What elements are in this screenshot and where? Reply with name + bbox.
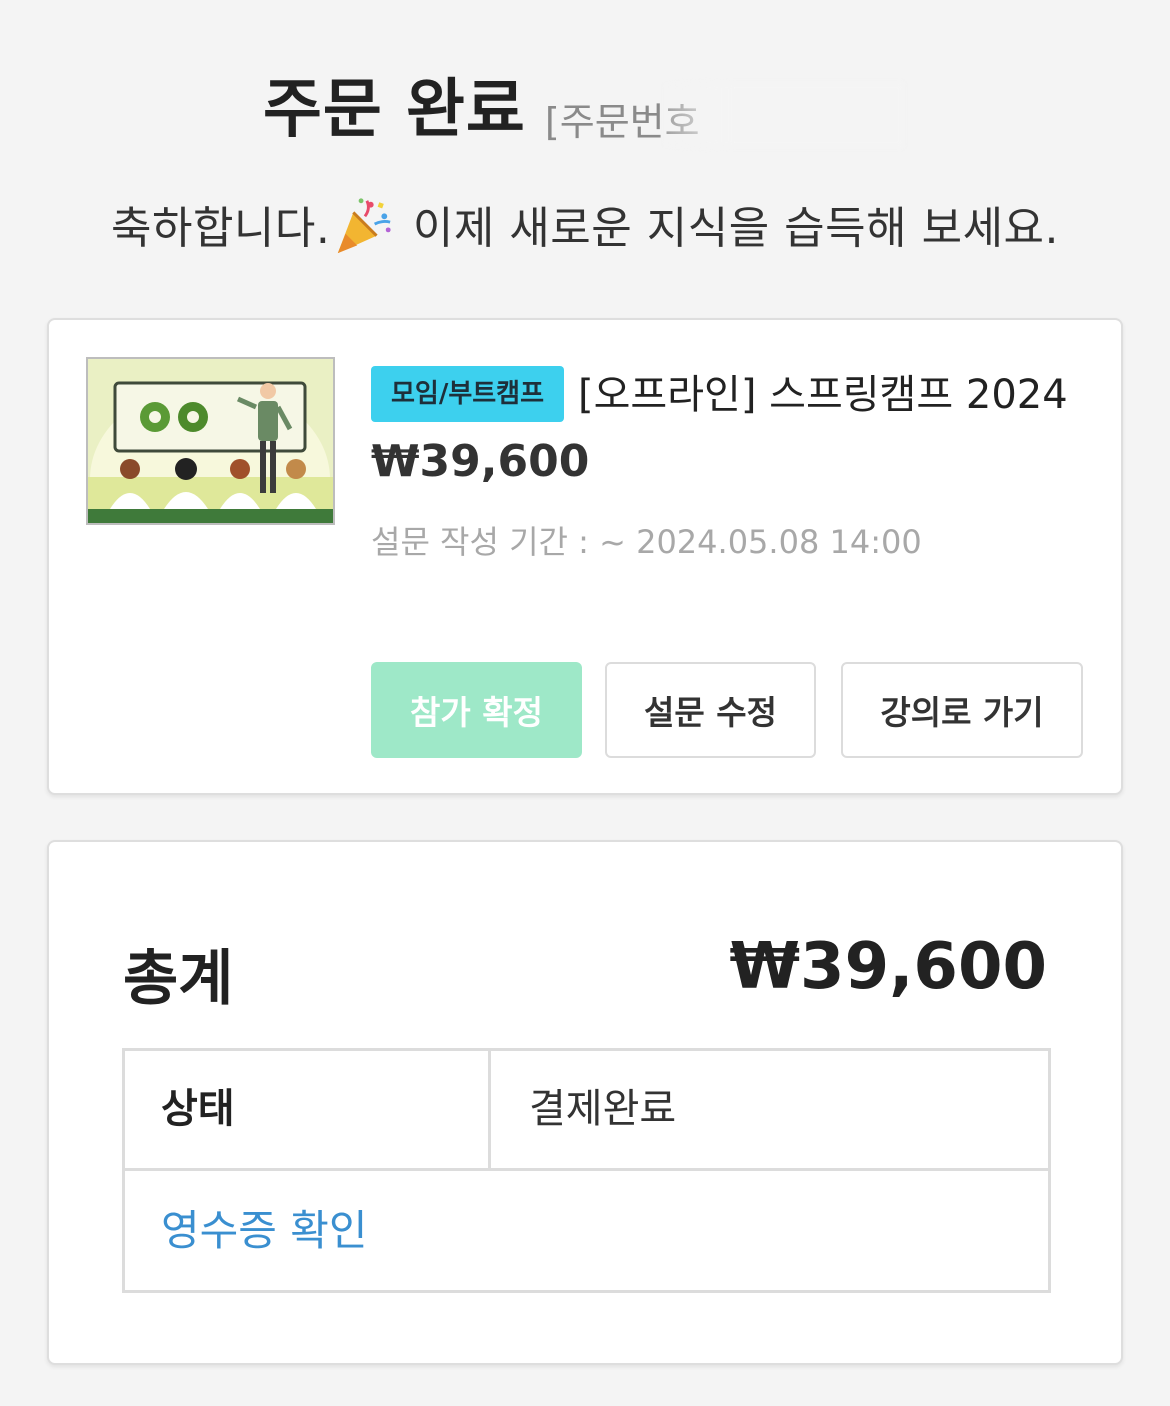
receipt-link[interactable]: 영수증 확인 [161, 1171, 368, 1290]
subtitle-text-end: 이제 새로운 지식을 습득해 보세요. [398, 203, 1060, 254]
edit-survey-button[interactable]: 설문 수정 [605, 662, 816, 758]
course-title[interactable]: [오프라인] 스프링캠프 2024 [578, 372, 1068, 418]
course-title-line: 모임/부트캠프 [오프라인] 스프링캠프 2024 [371, 358, 1071, 432]
course-thumbnail[interactable] [86, 357, 335, 525]
order-number-redaction [662, 83, 903, 147]
course-thumbnail-illustration [88, 359, 333, 523]
page-title: 주문 완료 [263, 73, 526, 147]
order-summary-card: 총계 ₩39,600 상태 결제완료 영수증 확인 [47, 840, 1123, 1365]
congratulation-message: 축하합니다. 이제 새로운 지식을 습득해 보세요. [0, 192, 1170, 257]
total-label: 총계 [123, 944, 234, 1014]
confirm-participation-button[interactable]: 참가 확정 [371, 662, 582, 758]
status-table: 상태 결제완료 영수증 확인 [122, 1048, 1051, 1293]
subtitle-text-start: 축하합니다. [110, 203, 331, 254]
title-row: 주문 완료 [주문번호 [263, 58, 903, 150]
party-popper-icon [338, 198, 391, 254]
course-info: 모임/부트캠프 [오프라인] 스프링캠프 2024 ₩39,600 설문 작성 기… [371, 358, 1071, 563]
category-tag: 모임/부트캠프 [371, 366, 565, 422]
go-to-course-button[interactable]: 강의로 가기 [841, 662, 1083, 758]
status-label: 상태 [125, 1051, 491, 1168]
total-row: 총계 ₩39,600 [123, 930, 1047, 1014]
total-amount: ₩39,600 [729, 930, 1047, 1004]
survey-deadline: 설문 작성 기간 : ~ 2024.05.08 14:00 [371, 523, 922, 561]
course-price: ₩39,600 [371, 436, 590, 487]
order-number: [주문번호 [545, 83, 903, 147]
status-value: 결제완료 [529, 1086, 677, 1132]
status-row: 상태 결제완료 [125, 1051, 1048, 1171]
order-item-card: 모임/부트캠프 [오프라인] 스프링캠프 2024 ₩39,600 설문 작성 기… [47, 318, 1123, 795]
